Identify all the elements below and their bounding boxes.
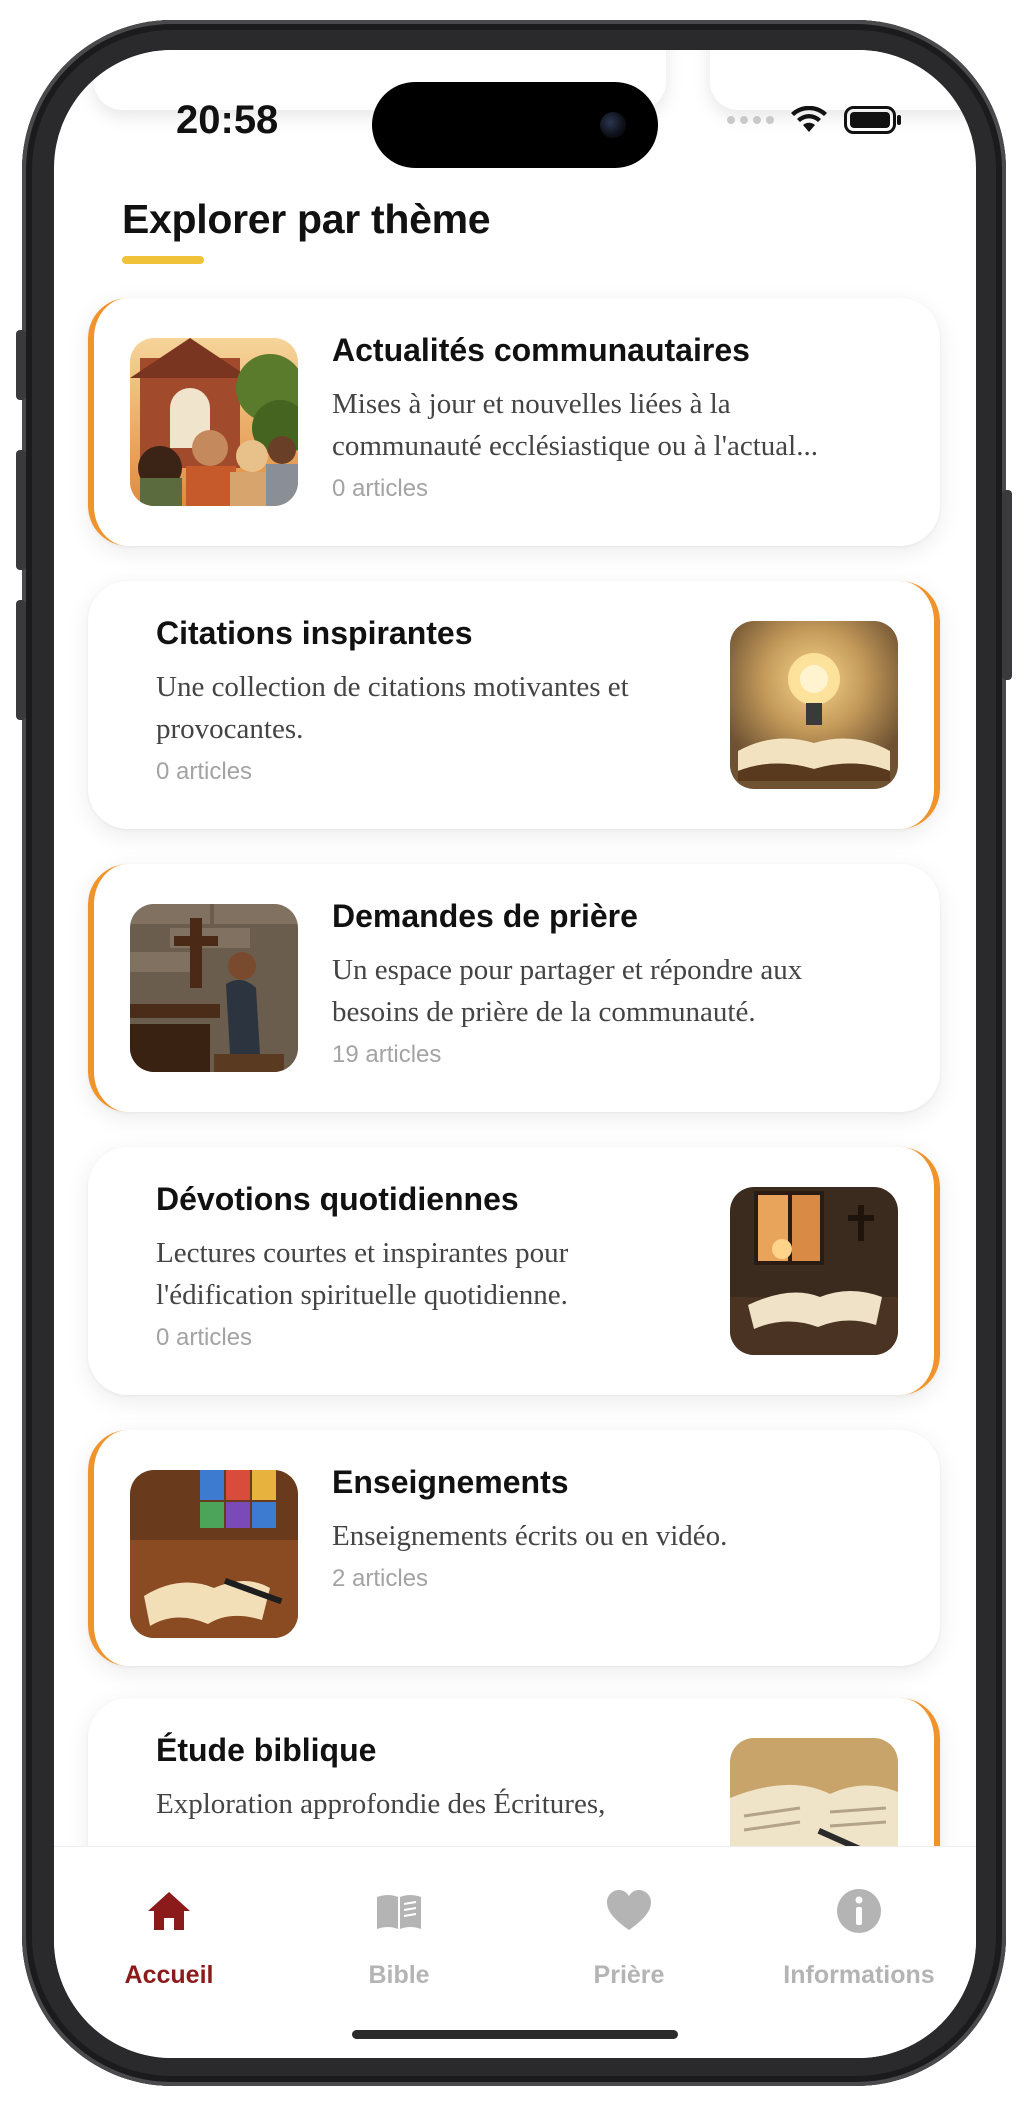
status-time: 20:58 (176, 98, 279, 142)
status-indicators (727, 106, 902, 134)
tab-home[interactable]: Accueil (54, 1887, 284, 1990)
theme-title: Enseignements (332, 1464, 569, 1500)
article-count: 0 articles (156, 1324, 253, 1351)
tab-prayer[interactable]: Prière (514, 1887, 744, 1990)
tab-bible-label: Bible (368, 1961, 430, 1989)
tab-bible[interactable]: Bible (284, 1887, 514, 1990)
theme-description: Une collection de citations motivantes e… (156, 671, 629, 745)
signal-dots-icon (727, 116, 774, 124)
info-icon (837, 1889, 881, 1933)
battery-icon (844, 106, 901, 134)
tab-info-label: Informations (783, 1961, 935, 1989)
theme-card-priere[interactable]: Demandes de prière Un espace pour partag… (88, 864, 940, 1112)
theme-description: Enseignements écrits ou en vidéo. (332, 1520, 728, 1552)
theme-card-enseignements[interactable]: Enseignements Enseignements écrits ou en… (88, 1430, 940, 1666)
home-icon (148, 1892, 190, 1930)
front-camera (600, 112, 626, 138)
tab-info[interactable]: Informations (744, 1887, 974, 1990)
bottom-tab-bar: Accueil Bible Prière Informations (54, 1846, 976, 2058)
theme-card-devotions[interactable]: Dévotions quotidiennes Lectures courtes … (88, 1147, 940, 1395)
theme-description: Un espace pour partager et répondre aux … (332, 954, 803, 1028)
title-underline (122, 256, 204, 264)
stained-glass-book-image (130, 1470, 298, 1638)
volume-down-button (16, 600, 26, 720)
action-button (16, 330, 26, 400)
theme-title: Demandes de prière (332, 898, 638, 934)
theme-card-actualites[interactable]: Actualités communautaires Mises à jour e… (88, 298, 940, 546)
window-bible-image (730, 1187, 898, 1355)
theme-title: Citations inspirantes (156, 615, 473, 651)
volume-up-button (16, 450, 26, 570)
article-count: 2 articles (332, 1565, 429, 1592)
article-count: 19 articles (332, 1041, 442, 1068)
article-count: 0 articles (332, 475, 429, 502)
app-screen: 20:58 Explorer par thème Actualités comm… (54, 50, 976, 2058)
heart-icon (607, 1890, 651, 1930)
theme-title: Étude biblique (156, 1732, 377, 1768)
open-book-icon (377, 1895, 421, 1929)
power-button (1002, 490, 1012, 680)
church-community-image (130, 338, 298, 506)
theme-title: Dévotions quotidiennes (156, 1181, 519, 1217)
lightbulb-book-image (730, 621, 898, 789)
dynamic-island (372, 82, 658, 168)
article-count: 0 articles (156, 758, 253, 785)
theme-card-citations[interactable]: Citations inspirantes Une collection de … (88, 581, 940, 829)
theme-description: Lectures courtes et inspirantes pour l'é… (156, 1237, 569, 1311)
section-title: Explorer par thème (122, 196, 491, 242)
theme-description: Exploration approfondie des Écritures, (156, 1788, 606, 1820)
wifi-icon (791, 106, 827, 132)
tab-prayer-label: Prière (593, 1961, 665, 1989)
theme-title: Actualités communautaires (332, 332, 750, 368)
prayer-church-image (130, 904, 298, 1072)
theme-description: Mises à jour et nouvelles liées à la com… (332, 388, 818, 462)
tab-home-label: Accueil (124, 1961, 214, 1989)
home-indicator (352, 2030, 678, 2039)
peek-card (710, 50, 976, 110)
